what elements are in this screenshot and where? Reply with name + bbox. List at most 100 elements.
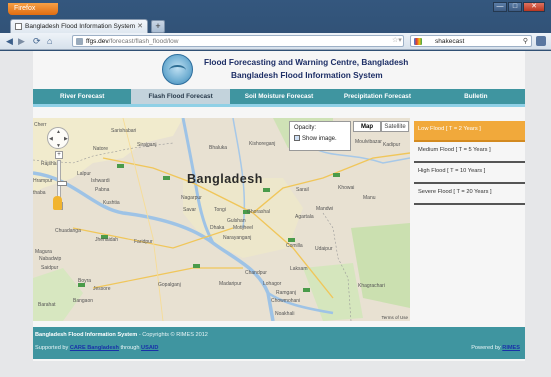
- search-engine-icon[interactable]: [414, 38, 422, 45]
- tab-strip: Bangladesh Flood Information System ✕ +: [10, 19, 165, 34]
- map-place-label: Laksam: [290, 266, 308, 272]
- firefox-menu-button[interactable]: Firefox: [8, 3, 58, 15]
- map-place-label: Jessore: [93, 286, 111, 292]
- map-place-label: Madaripur: [219, 281, 242, 287]
- map-place-label: Gopalganj: [158, 282, 181, 288]
- menu-item-soil-moisture-forecast[interactable]: Soil Moisture Forecast: [230, 89, 328, 104]
- map-place-label: Jhenaidah: [95, 237, 119, 243]
- show-image-label: Show image.: [302, 136, 337, 142]
- map-place-label: Ishwardi: [91, 178, 110, 184]
- map-place-label: Khowai: [338, 185, 355, 191]
- ffwc-logo: [162, 54, 193, 85]
- map-place-label: Agartala: [295, 214, 314, 220]
- map-place-label: Mandwi: [316, 206, 334, 212]
- footer-through: through: [118, 345, 142, 351]
- map-place-label: Motijheel: [233, 225, 254, 231]
- map-place-label: Lalpur: [77, 171, 91, 177]
- legend-item[interactable]: Severe Flood [ T = 20 Years ]: [414, 184, 525, 205]
- map-place-label: Tongi: [214, 207, 226, 213]
- web-page: Flood Forecasting and Warning Centre, Ba…: [0, 51, 551, 377]
- browser-tab[interactable]: Bangladesh Flood Information System ✕: [10, 19, 148, 34]
- map-place-label: Faridpur: [134, 239, 153, 245]
- map-type-satellite-button[interactable]: Satellite: [381, 121, 409, 132]
- browser-window: Firefox — □ ✕ Bangladesh Flood Informati…: [0, 0, 551, 377]
- map-place-label: thaba: [33, 190, 46, 196]
- map-place-label: Gulshan: [227, 218, 246, 224]
- site-header: Flood Forecasting and Warning Centre, Ba…: [33, 51, 525, 88]
- url-path: /forecast/flash_flood/low: [108, 38, 179, 45]
- menu-item-river-forecast[interactable]: River Forecast: [33, 89, 131, 104]
- site-title-org: Flood Forecasting and Warning Centre, Ba…: [204, 57, 409, 67]
- map-place-label: Sarishabari: [111, 128, 137, 134]
- search-bar[interactable]: shakecast ⚲: [410, 35, 532, 47]
- page-favicon-icon: [15, 23, 22, 30]
- legend-item[interactable]: High Flood [ T = 10 Years ]: [414, 163, 525, 184]
- footer-system-name: Bangladesh Flood Information System: [35, 332, 138, 338]
- map-pan-control[interactable]: ▲ ◀ ▶ ▼: [47, 127, 69, 149]
- main-menu: River Forecast Flash Flood Forecast Soil M…: [33, 89, 525, 104]
- map-place-label: Nabadwip: [39, 256, 62, 262]
- map-place-label: Dhaka: [210, 225, 225, 231]
- map-place-label: Kishoreganj: [249, 141, 276, 147]
- footer-powered-by: Powered by RIMES: [471, 345, 520, 351]
- rimes-link[interactable]: RIMES: [502, 345, 520, 351]
- bookmark-star-icon[interactable]: ☆▾: [392, 36, 402, 44]
- usaid-link[interactable]: USAID: [141, 345, 158, 351]
- map-place-label: Bhaluka: [209, 145, 228, 151]
- zoom-in-button[interactable]: +: [55, 151, 63, 159]
- site-identity-icon[interactable]: [76, 38, 83, 45]
- map-place-label: Udaipur: [315, 246, 333, 252]
- footer-powered-label: Powered by: [471, 345, 503, 351]
- legend-item[interactable]: Medium Flood [ T = 5 Years ]: [414, 142, 525, 163]
- forward-arrow-icon[interactable]: ▶: [18, 36, 25, 47]
- back-arrow-icon[interactable]: ◀: [6, 36, 13, 47]
- close-window-icon[interactable]: ✕: [523, 2, 545, 12]
- home-icon[interactable]: ⌂: [47, 36, 52, 46]
- pan-down-icon[interactable]: ▼: [56, 143, 61, 149]
- street-view-pegman-icon[interactable]: [53, 196, 62, 210]
- menu-underline: [33, 104, 525, 107]
- pan-right-icon[interactable]: ▶: [64, 136, 68, 142]
- navigation-toolbar: ◀ ▶ ⟳ ⌂ ffgs.dev/forecast/flash_flood/lo…: [0, 33, 551, 50]
- address-bar[interactable]: ffgs.dev/forecast/flash_flood/low: [72, 35, 404, 47]
- menu-item-bulletin[interactable]: Bulletin: [427, 89, 525, 104]
- map-country-label: Bangladesh: [187, 172, 263, 186]
- map-type-map-button[interactable]: Map: [353, 121, 381, 132]
- flood-level-legend: Low Flood [ T = 2 Years ] Medium Flood [ …: [414, 121, 525, 205]
- flood-map[interactable]: Cherr Sarishabari Sirajganj Bhaluka Kishoreg…: [33, 118, 410, 321]
- close-tab-icon[interactable]: ✕: [137, 22, 143, 30]
- map-place-label: Magura: [35, 249, 52, 255]
- care-bangladesh-link[interactable]: CARE Bangladesh: [70, 345, 119, 351]
- footer-support: Supported by CARE Bangladesh through USA…: [35, 345, 158, 351]
- zoom-slider-thumb[interactable]: [57, 181, 67, 186]
- toolbar-extension-icon[interactable]: [536, 36, 546, 46]
- zoom-slider-track[interactable]: [57, 160, 67, 200]
- map-place-label: Lohagor: [263, 281, 282, 287]
- map-place-label: Noakhali: [275, 311, 295, 317]
- legend-item[interactable]: Low Flood [ T = 2 Years ]: [414, 121, 525, 142]
- map-place-label: Hrampur: [33, 178, 53, 184]
- menu-item-precipitation-forecast[interactable]: Precipitation Forecast: [328, 89, 426, 104]
- map-place-label: Cherr: [34, 122, 47, 128]
- show-image-checkbox[interactable]: [294, 135, 300, 141]
- map-place-label: Ramganj: [276, 290, 297, 296]
- magnifier-icon[interactable]: ⚲: [523, 37, 528, 45]
- reload-icon[interactable]: ⟳: [33, 36, 41, 47]
- map-place-label: Savar: [183, 207, 197, 213]
- map-place-label: Narayanganj: [223, 235, 252, 241]
- new-tab-button[interactable]: +: [151, 20, 165, 33]
- show-image-option[interactable]: Show image.: [294, 131, 350, 142]
- map-place-label: Natore: [93, 146, 109, 152]
- tab-title: Bangladesh Flood Information System: [25, 23, 136, 30]
- map-terms-link[interactable]: Terms of Use: [381, 315, 408, 320]
- pan-up-icon[interactable]: ▲: [56, 129, 61, 135]
- pan-left-icon[interactable]: ◀: [49, 136, 53, 142]
- page-container: Flood Forecasting and Warning Centre, Ba…: [33, 51, 525, 361]
- minimize-icon[interactable]: —: [493, 2, 507, 12]
- menu-item-flash-flood-forecast[interactable]: Flash Flood Forecast: [131, 89, 230, 104]
- overlay-opacity-control: Opacity: Show image.: [289, 121, 351, 151]
- map-place-label: Saidpur: [41, 265, 59, 271]
- map-place-label: Sarail: [296, 187, 309, 193]
- map-place-label: Nagarpur: [181, 195, 202, 201]
- maximize-icon[interactable]: □: [508, 2, 522, 12]
